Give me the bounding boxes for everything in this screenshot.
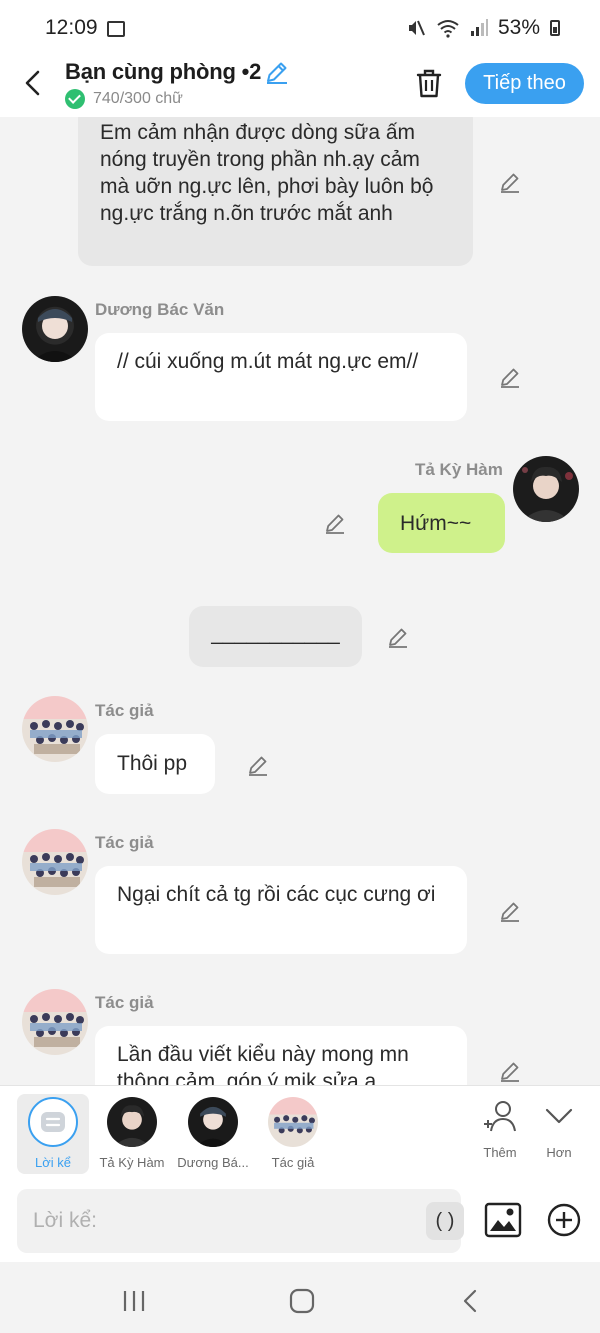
message-bubble[interactable]: Ngại chít cả tg rồi các cục cưng ơi [95, 866, 467, 954]
home-icon[interactable] [287, 1286, 317, 1316]
battery-percent: 53% [497, 16, 540, 39]
add-person-icon [484, 1101, 516, 1132]
next-button[interactable]: Tiếp theo [465, 63, 584, 104]
message-text: Ngại chít cả tg rồi các cục cưng ơi [117, 883, 436, 906]
edit-message-icon[interactable] [498, 170, 522, 194]
add-label: Thêm [483, 1145, 517, 1160]
character-label: Dương Bá... [177, 1155, 249, 1170]
character-selector: Lời kể Tả Kỳ Hàm Dương Bá... Tác giả Thê… [0, 1085, 600, 1180]
add-icon[interactable] [547, 1203, 581, 1237]
avatar [268, 1097, 318, 1147]
edit-message-icon[interactable] [386, 625, 410, 649]
back-icon[interactable] [455, 1286, 485, 1316]
character-narrator[interactable]: Lời kể [17, 1094, 89, 1174]
message-text: Em cảm nhận được dòng sữa ấm nóng truyền… [100, 121, 434, 225]
message-text: Hứm~~ [400, 512, 472, 535]
sender-name: Dương Bác Văn [95, 300, 225, 319]
edit-message-icon[interactable] [498, 899, 522, 923]
check-icon [65, 89, 85, 109]
narration-bubble[interactable]: Em cảm nhận được dòng sữa ấm nóng truyền… [78, 117, 473, 266]
character-ta-ky-ham[interactable]: Tả Kỳ Hàm [96, 1094, 168, 1174]
avatar-author[interactable] [22, 829, 88, 895]
message-bubble[interactable]: Lần đầu viết kiểu này mong mn thông cảm,… [95, 1026, 467, 1085]
message-input-wrapper: ( ) [17, 1189, 464, 1253]
composer: ( ) [0, 1180, 600, 1262]
divider-bubble[interactable]: ___________ [189, 606, 362, 667]
status-bar: 12:09 53% [0, 0, 600, 60]
edit-message-icon[interactable] [246, 753, 270, 777]
image-icon[interactable] [484, 1202, 522, 1238]
character-label: Tả Kỳ Hàm [99, 1155, 165, 1170]
edit-message-icon[interactable] [323, 511, 347, 535]
avatar-author[interactable] [22, 989, 88, 1055]
avatar-ta-ky-ham[interactable] [513, 456, 579, 522]
character-label: Tác giả [271, 1155, 315, 1170]
top-app-bar: Bạn cùng phòng •2 740/300 chữ Tiếp theo [0, 55, 600, 117]
chevron-down-icon [545, 1108, 573, 1124]
battery-icon [550, 20, 560, 36]
gallery-notification-icon [107, 21, 125, 37]
character-label: Lời kể [35, 1155, 71, 1170]
signal-icon [470, 19, 488, 36]
narrator-avatar [28, 1097, 78, 1147]
edit-title-icon[interactable] [264, 59, 290, 85]
more-button[interactable]: Hơn [529, 1098, 589, 1160]
recents-icon[interactable] [119, 1286, 149, 1316]
sender-name: Tả Kỳ Hàm [415, 460, 503, 479]
more-label: Hơn [546, 1145, 572, 1160]
sender-name: Tác giả [95, 833, 154, 852]
action-toggle-button[interactable]: ( ) [426, 1202, 464, 1240]
word-count-text: 740/300 chữ [93, 90, 183, 107]
status-time: 12:09 [45, 16, 98, 39]
story-title: Bạn cùng phòng •2 [65, 59, 262, 84]
message-text: Thôi pp [117, 752, 188, 775]
avatar-author[interactable] [22, 696, 88, 762]
avatar [188, 1097, 238, 1147]
character-duong-bac-van[interactable]: Dương Bá... [177, 1094, 249, 1174]
message-text: Lần đầu viết kiểu này mong mn thông cảm,… [117, 1043, 409, 1085]
sender-name: Tác giả [95, 993, 154, 1012]
avatar [107, 1097, 157, 1147]
narration-icon [41, 1112, 65, 1132]
edit-message-icon[interactable] [498, 365, 522, 389]
message-bubble[interactable]: // cúi xuống m.út mát ng.ực em// [95, 333, 467, 421]
message-bubble[interactable]: Thôi pp [95, 734, 215, 794]
avatar-duong-bac-van[interactable] [22, 296, 88, 362]
sender-name: Tác giả [95, 701, 154, 720]
word-count: 740/300 chữ [65, 89, 183, 109]
message-text: // cúi xuống m.út mát ng.ực em// [117, 350, 419, 373]
back-arrow-icon[interactable] [18, 67, 50, 99]
wifi-icon [437, 20, 459, 38]
add-character-button[interactable]: Thêm [470, 1098, 530, 1160]
chat-area[interactable]: Em cảm nhận được dòng sữa ấm nóng truyền… [0, 117, 600, 1085]
divider-text: ___________ [211, 622, 340, 645]
message-input[interactable] [33, 1203, 383, 1239]
mute-icon [408, 20, 425, 36]
character-author[interactable]: Tác giả [257, 1094, 329, 1174]
system-navigation-bar [0, 1262, 600, 1333]
message-bubble[interactable]: Hứm~~ [378, 493, 505, 553]
trash-icon[interactable] [414, 67, 444, 99]
edit-message-icon[interactable] [498, 1059, 522, 1083]
